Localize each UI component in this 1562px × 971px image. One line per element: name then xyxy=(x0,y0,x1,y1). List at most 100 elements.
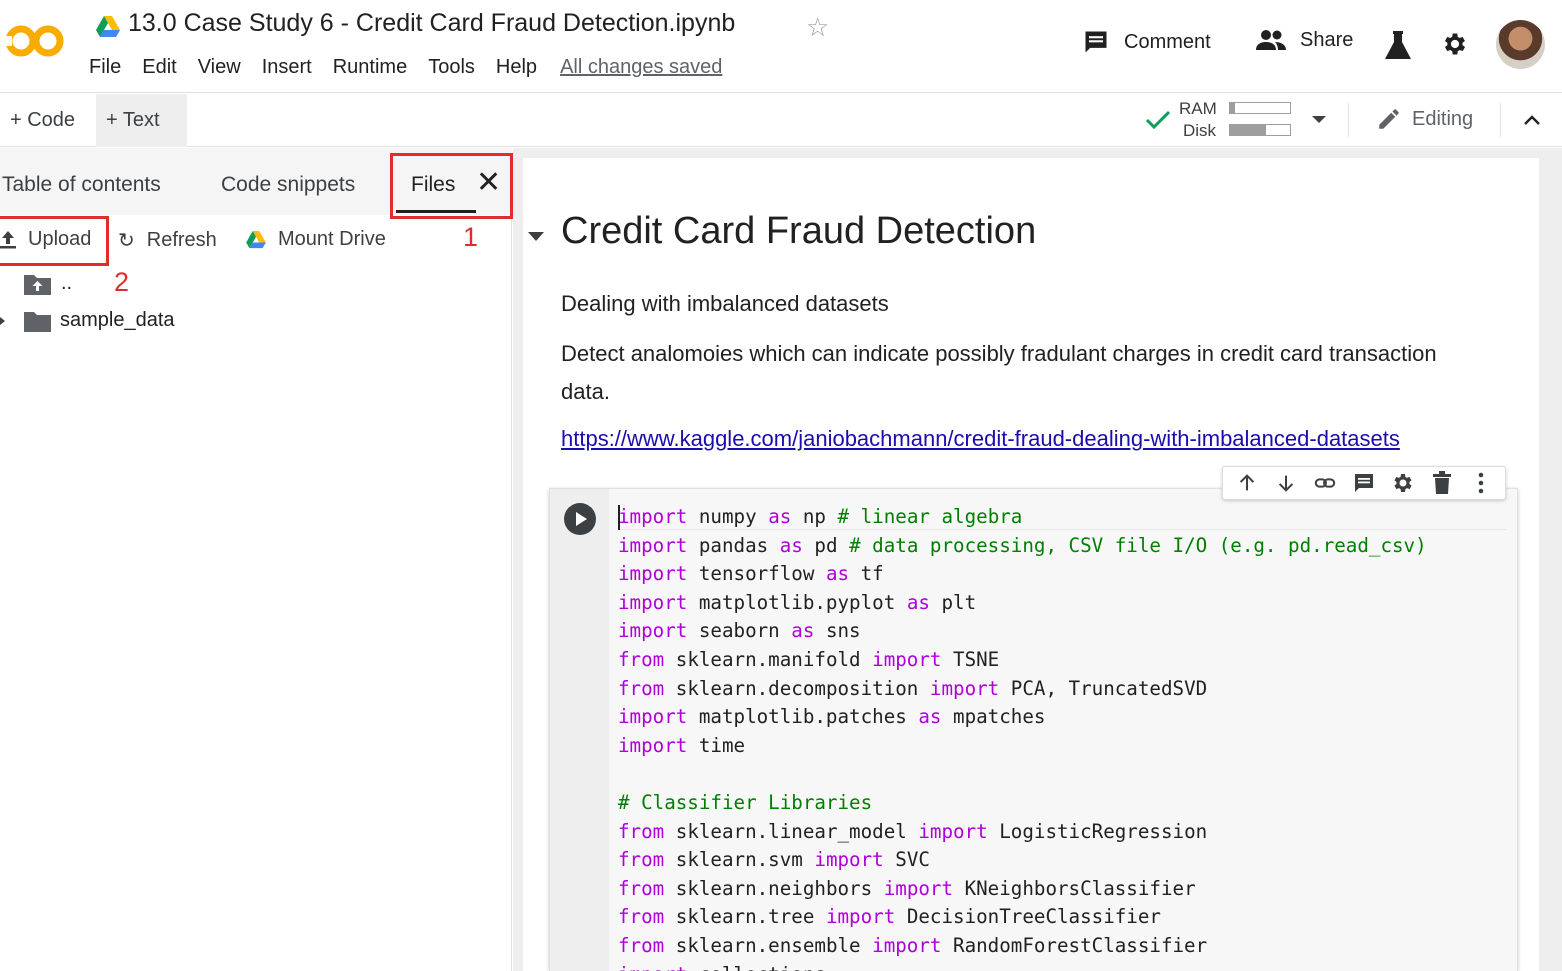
code-keyword: from xyxy=(618,876,665,900)
move-cell-up-icon[interactable] xyxy=(1232,468,1262,498)
code-keyword: from xyxy=(618,933,665,957)
code-comment: # linear algebra xyxy=(837,505,1023,528)
flask-icon[interactable] xyxy=(1385,31,1411,59)
code-text: tensorflow xyxy=(687,562,826,586)
disk-usage-bar[interactable] xyxy=(1229,124,1291,136)
code-line[interactable]: import numpy as np # linear algebra xyxy=(618,503,1427,532)
run-cell-button[interactable] xyxy=(564,503,596,535)
file-row-parent[interactable]: .. xyxy=(24,272,72,295)
code-text: pd xyxy=(802,533,850,557)
code-keyword: from xyxy=(618,676,665,700)
menu-bar: File Edit View Insert Runtime Tools Help… xyxy=(89,56,743,79)
menu-runtime[interactable]: Runtime xyxy=(333,56,407,79)
move-cell-down-icon[interactable] xyxy=(1271,468,1301,498)
menu-edit[interactable]: Edit xyxy=(142,56,176,79)
colab-logo[interactable] xyxy=(4,20,66,62)
code-line[interactable]: from sklearn.svm import SVC xyxy=(618,846,1427,875)
google-drive-icon xyxy=(96,16,120,37)
code-keyword: as xyxy=(768,505,792,528)
ram-usage-fill xyxy=(1230,103,1235,113)
code-line[interactable]: import tensorflow as tf xyxy=(618,560,1427,589)
code-text: pandas xyxy=(687,533,780,557)
comment-cell-icon[interactable] xyxy=(1349,468,1379,498)
code-line[interactable]: # Classifier Libraries xyxy=(618,789,1427,818)
text-paragraph-1: Dealing with imbalanced datasets xyxy=(561,291,889,316)
code-text: tf xyxy=(849,562,884,586)
code-text: DecisionTreeClassifier xyxy=(895,905,1161,929)
menu-tools[interactable]: Tools xyxy=(428,56,475,79)
toolbar-divider xyxy=(1348,103,1349,137)
tab-code-snippets[interactable]: Code snippets xyxy=(221,173,355,197)
code-line[interactable]: import collections xyxy=(618,961,1427,971)
add-code-button[interactable]: + Code xyxy=(0,94,95,147)
code-line[interactable]: import pandas as pd # data processing, C… xyxy=(618,532,1427,561)
add-text-button[interactable]: + Text xyxy=(96,94,187,147)
header: 13.0 Case Study 6 - Credit Card Fraud De… xyxy=(0,0,1562,93)
menu-view[interactable]: View xyxy=(198,56,241,79)
code-keyword: import xyxy=(883,876,954,900)
ram-usage-bar[interactable] xyxy=(1229,102,1291,114)
code-line[interactable]: from sklearn.manifold import TSNE xyxy=(618,646,1427,675)
collapse-header-chevron-icon[interactable] xyxy=(1520,108,1544,132)
file-row-sample-data[interactable]: sample_data xyxy=(0,309,175,332)
share-button[interactable]: Share xyxy=(1256,28,1353,52)
delete-cell-trash-icon[interactable] xyxy=(1427,468,1457,498)
code-line[interactable]: import matplotlib.patches as mpatches xyxy=(618,703,1427,732)
more-options-icon[interactable] xyxy=(1466,468,1496,498)
code-text: sns xyxy=(814,619,861,643)
menu-help[interactable]: Help xyxy=(496,56,537,79)
save-status[interactable]: All changes saved xyxy=(560,56,722,79)
star-icon[interactable]: ☆ xyxy=(806,12,829,43)
file-name: .. xyxy=(61,272,73,294)
code-line[interactable]: from sklearn.tree import DecisionTreeCla… xyxy=(618,903,1427,932)
code-keyword: import xyxy=(618,505,688,528)
comment-button[interactable]: Comment xyxy=(1082,28,1211,56)
code-text: sklearn.decomposition xyxy=(664,676,930,700)
toolbar-divider-2 xyxy=(1500,103,1501,137)
cell-settings-gear-icon[interactable] xyxy=(1388,468,1418,498)
panel-resize-handle[interactable] xyxy=(513,148,523,971)
editing-mode-button[interactable]: Editing xyxy=(1376,106,1473,132)
settings-gear-icon[interactable] xyxy=(1441,30,1469,58)
code-text: RandomForestClassifier xyxy=(941,933,1208,957)
code-keyword: import xyxy=(825,905,896,929)
code-line[interactable]: from sklearn.linear_model import Logisti… xyxy=(618,818,1427,847)
link-to-cell-icon[interactable] xyxy=(1310,468,1340,498)
code-keyword: as xyxy=(825,562,850,586)
folder-up-icon xyxy=(24,274,51,295)
code-text: sklearn.linear_model xyxy=(664,819,919,843)
menu-file[interactable]: File xyxy=(89,56,121,79)
comment-label: Comment xyxy=(1124,30,1211,53)
section-collapse-caret-icon[interactable] xyxy=(528,232,544,241)
code-text: numpy xyxy=(687,505,769,528)
share-label: Share xyxy=(1300,28,1354,51)
code-text: np xyxy=(791,505,838,528)
disk-label: Disk xyxy=(1183,121,1217,140)
code-line[interactable]: import matplotlib.pyplot as plt xyxy=(618,589,1427,618)
tab-table-of-contents[interactable]: Table of contents xyxy=(2,173,161,197)
code-line[interactable]: from sklearn.neighbors import KNeighbors… xyxy=(618,875,1427,904)
mount-drive-button[interactable]: Mount Drive xyxy=(246,228,386,251)
menu-insert[interactable]: Insert xyxy=(262,56,312,79)
code-line[interactable] xyxy=(618,760,1427,789)
code-keyword: as xyxy=(791,619,815,643)
code-keyword: import xyxy=(918,819,988,843)
kaggle-link[interactable]: https://www.kaggle.com/janiobachmann/cre… xyxy=(561,426,1400,452)
code-keyword: import xyxy=(618,733,688,757)
code-keyword: as xyxy=(779,533,803,557)
code-line[interactable]: from sklearn.ensemble import RandomFores… xyxy=(618,932,1427,961)
notebook-toolbar: + Code + Text xyxy=(0,94,1562,147)
runtime-dropdown-arrow-icon[interactable] xyxy=(1312,116,1326,123)
code-line[interactable]: import time xyxy=(618,732,1427,761)
annotation-box-files-tab xyxy=(390,153,513,219)
user-avatar[interactable] xyxy=(1496,20,1545,69)
code-editor[interactable]: import numpy as np # linear algebra impor… xyxy=(618,503,1427,971)
code-keyword: from xyxy=(618,905,665,929)
code-line[interactable]: from sklearn.decomposition import PCA, T… xyxy=(618,675,1427,704)
code-line[interactable]: import seaborn as sns xyxy=(618,617,1427,646)
mount-drive-label: Mount Drive xyxy=(278,228,386,250)
code-keyword: from xyxy=(618,819,665,843)
notebook-title[interactable]: 13.0 Case Study 6 - Credit Card Fraud De… xyxy=(128,9,735,38)
refresh-button[interactable]: ↻ Refresh xyxy=(118,228,217,253)
code-keyword: import xyxy=(618,705,688,729)
